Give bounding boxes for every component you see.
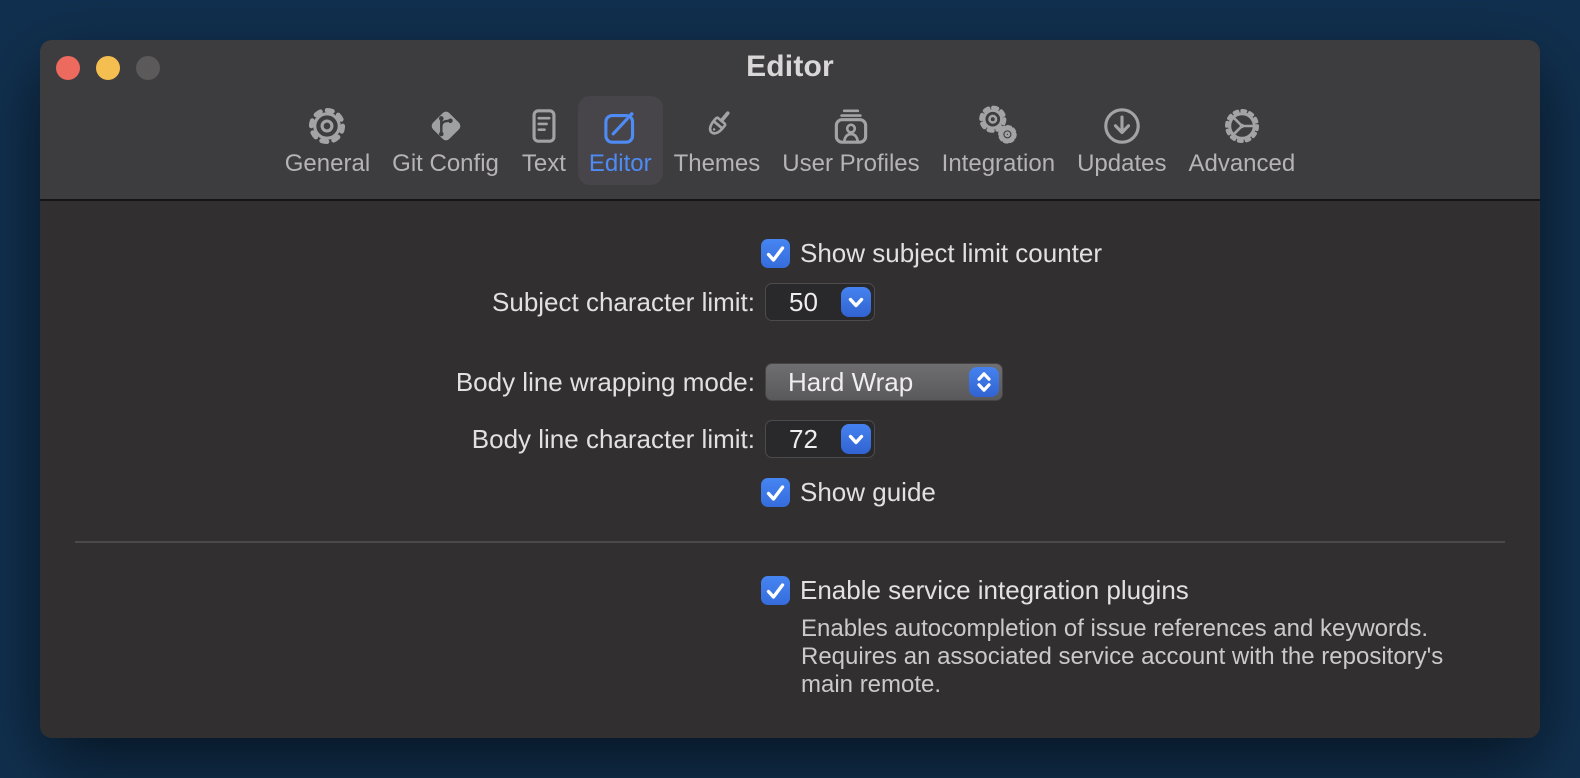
document-text-icon — [521, 103, 567, 149]
body-line-character-limit-label: Body line character limit: — [40, 420, 755, 458]
show-guide-checkbox[interactable] — [761, 478, 790, 507]
chevron-down-icon — [841, 287, 871, 317]
tab-label: Themes — [674, 150, 761, 178]
tab-label: Text — [522, 150, 566, 178]
subject-character-limit-dropdown[interactable]: 50 — [765, 283, 875, 321]
tab-editor[interactable]: Editor — [578, 96, 663, 185]
dropdown-value: 50 — [766, 287, 841, 318]
profile-card-icon — [828, 103, 874, 149]
show-subject-limit-counter-row: Show subject limit counter — [761, 238, 1102, 268]
subject-character-limit-label: Subject character limit: — [40, 283, 755, 321]
body-line-wrapping-mode-popup[interactable]: Hard Wrap — [765, 363, 1003, 401]
toolbar: Editor General — [40, 40, 1540, 201]
checkbox-label: Show guide — [800, 477, 936, 508]
tab-label: Editor — [589, 150, 652, 178]
tab-advanced[interactable]: Advanced — [1177, 96, 1306, 185]
body-line-wrapping-mode-label: Body line wrapping mode: — [40, 363, 755, 401]
tab-label: Integration — [942, 150, 1055, 178]
checkmark-icon — [761, 576, 790, 605]
toolbar-tabs: General Git Config — [40, 96, 1540, 185]
tab-label: Advanced — [1188, 150, 1295, 178]
tab-themes[interactable]: Themes — [663, 96, 772, 185]
compose-icon — [597, 103, 643, 149]
advanced-dial-icon — [1219, 103, 1265, 149]
checkmark-icon — [761, 239, 790, 268]
checkbox-label: Show subject limit counter — [800, 238, 1102, 269]
editor-pane: Show subject limit counter Subject chara… — [40, 201, 1540, 738]
tab-label: User Profiles — [782, 150, 919, 178]
tab-text[interactable]: Text — [510, 96, 578, 185]
double-gear-icon — [975, 103, 1021, 149]
dropdown-value: 72 — [766, 424, 841, 455]
gear-icon — [304, 103, 350, 149]
checkbox-label: Enable service integration plugins — [800, 575, 1189, 606]
tab-general[interactable]: General — [274, 96, 381, 185]
tab-label: General — [285, 150, 370, 178]
preferences-window: Editor General — [40, 40, 1540, 738]
tab-updates[interactable]: Updates — [1066, 96, 1177, 185]
download-circle-icon — [1099, 103, 1145, 149]
tab-label: Git Config — [392, 150, 499, 178]
popup-value: Hard Wrap — [766, 367, 969, 398]
window-title: Editor — [40, 50, 1540, 84]
show-guide-row: Show guide — [761, 477, 936, 507]
paintbrush-icon — [694, 103, 740, 149]
tab-integration[interactable]: Integration — [931, 96, 1066, 185]
chevron-down-icon — [841, 424, 871, 454]
tab-label: Updates — [1077, 150, 1166, 178]
chevron-up-down-icon — [969, 367, 999, 397]
show-subject-limit-counter-checkbox[interactable] — [761, 239, 790, 268]
body-line-character-limit-dropdown[interactable]: 72 — [765, 420, 875, 458]
service-integration-description: Enables autocompletion of issue referenc… — [801, 615, 1491, 699]
git-diamond-icon — [423, 103, 469, 149]
checkmark-icon — [761, 478, 790, 507]
service-integration-row: Enable service integration plugins — [761, 575, 1189, 605]
tab-git-config[interactable]: Git Config — [381, 96, 510, 185]
tab-user-profiles[interactable]: User Profiles — [771, 96, 930, 185]
section-divider — [75, 541, 1505, 543]
service-integration-checkbox[interactable] — [761, 576, 790, 605]
